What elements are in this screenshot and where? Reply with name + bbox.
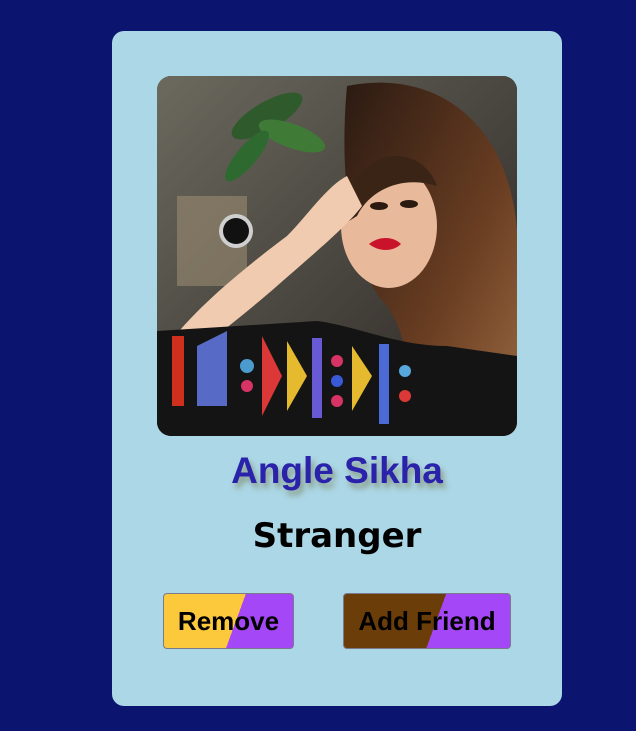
relationship-status: Stranger (252, 516, 422, 556)
profile-card: Angle Sikha Stranger Remove Add Friend (112, 31, 562, 706)
profile-photo-image (157, 76, 517, 436)
profile-photo (157, 76, 517, 436)
profile-name: Angle Sikha (231, 450, 443, 491)
add-friend-button[interactable]: Add Friend (343, 593, 511, 649)
remove-button[interactable]: Remove (163, 593, 294, 649)
